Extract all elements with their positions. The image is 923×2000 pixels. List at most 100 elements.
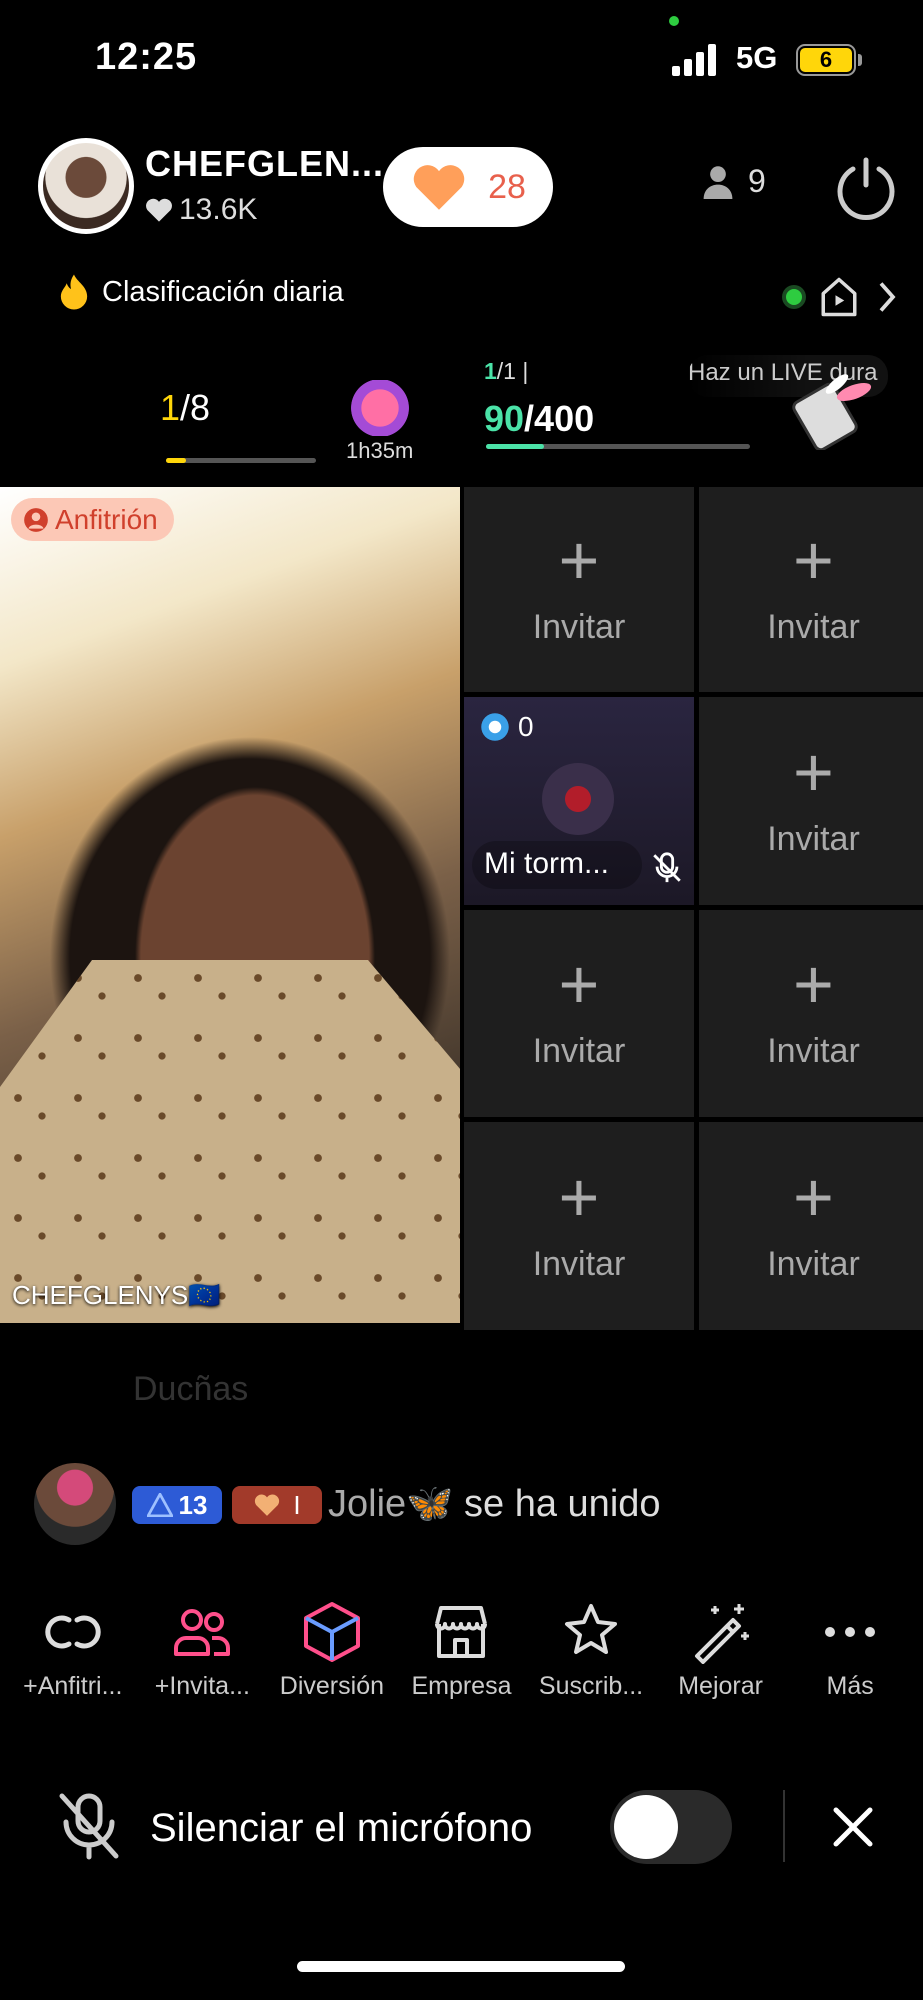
heart-gift-icon[interactable]	[350, 380, 410, 436]
add-cohost-button[interactable]: +Anfitri...	[13, 1600, 133, 1701]
mute-mic-toggle[interactable]	[610, 1790, 732, 1864]
tool-label: +Anfitri...	[23, 1672, 123, 1700]
host-name[interactable]: CHEFGLEN...	[145, 143, 384, 185]
close-icon[interactable]	[828, 1802, 878, 1852]
fan-badge-value: I	[293, 1489, 301, 1520]
daily-ranking[interactable]: Clasificación diaria	[56, 273, 344, 311]
battery-tip	[858, 54, 862, 66]
invite-label: Invitar	[532, 608, 626, 646]
tool-label: Diversión	[279, 1672, 384, 1700]
signal-icon	[672, 44, 720, 76]
invite-label: Invitar	[767, 819, 860, 858]
guest-name: Mi torm...	[472, 841, 642, 889]
cube-icon	[303, 1602, 360, 1662]
flame-icon	[60, 274, 88, 310]
points-progress[interactable]: 90/400	[484, 398, 594, 440]
mic-muted-icon	[653, 852, 681, 883]
level-progress: 1/1 |	[484, 358, 528, 385]
heart-icon	[255, 1494, 280, 1516]
guest-score-value: 0	[518, 711, 534, 742]
invite-guest-button[interactable]: +Invita...	[142, 1600, 262, 1701]
invite-slot[interactable]: + Invitar	[699, 1122, 923, 1330]
invite-slot[interactable]: + Invitar	[699, 697, 923, 905]
level-badge-value: 13	[178, 1489, 208, 1520]
invite-slot[interactable]: + Invitar	[699, 910, 923, 1117]
level-badge: 13	[132, 1486, 222, 1524]
points-current: 90	[484, 398, 525, 439]
plus-icon: +	[793, 945, 834, 1023]
home-play-icon[interactable]	[818, 276, 860, 318]
invite-label: Invitar	[532, 1244, 626, 1283]
tool-label: Suscrib...	[538, 1672, 644, 1700]
tool-label: Más	[826, 1672, 874, 1700]
plus-icon: +	[793, 732, 834, 811]
guest-score: 0	[480, 711, 534, 743]
phone-bunny-icon[interactable]	[782, 370, 882, 450]
faded-chat-text: Ducñas	[133, 1370, 249, 1408]
chat-user-avatar[interactable]	[34, 1463, 116, 1545]
heart-count: 28	[488, 167, 526, 206]
guest-slot[interactable]: 0 Mi torm...	[464, 697, 694, 905]
star-icon	[565, 1604, 618, 1654]
host-person-icon	[24, 507, 48, 532]
home-indicator[interactable]	[297, 1961, 625, 1972]
invite-slot[interactable]: + Invitar	[699, 487, 923, 692]
host-video-coat	[0, 960, 460, 1323]
invite-slot[interactable]: + Invitar	[464, 487, 694, 692]
host-avatar[interactable]	[38, 138, 134, 234]
chevron-right-icon[interactable]	[876, 279, 898, 315]
invite-label: Invitar	[767, 608, 860, 646]
tool-label: Mejorar	[678, 1672, 763, 1700]
status-time: 12:25	[95, 36, 198, 78]
gift-timer: 1h35m	[346, 438, 414, 463]
live-dot	[786, 289, 802, 305]
link-icon	[45, 1615, 101, 1649]
plus-icon: +	[793, 1157, 834, 1236]
enhance-button[interactable]: Mejorar	[661, 1600, 781, 1701]
level-current: 1	[484, 358, 497, 384]
host-cam-name: CHEFGLENYS🇪🇺	[12, 1280, 221, 1310]
battery-level: 6	[800, 48, 852, 72]
fun-button[interactable]: Diversión	[272, 1600, 392, 1701]
invite-slot[interactable]: + Invitar	[464, 1122, 694, 1330]
points-total: /400	[524, 398, 595, 439]
invite-slot[interactable]: + Invitar	[464, 910, 694, 1117]
mic-muted-icon[interactable]	[56, 1790, 122, 1862]
magic-wand-icon	[694, 1604, 749, 1664]
invite-label: Invitar	[532, 1032, 626, 1070]
power-icon[interactable]	[833, 155, 899, 221]
mute-mic-label: Silenciar el micrófono	[150, 1806, 533, 1850]
chat-username[interactable]: Jolie🦋	[328, 1483, 453, 1525]
divider	[783, 1790, 785, 1862]
plus-icon: +	[558, 1157, 600, 1236]
person-icon	[703, 165, 733, 199]
invite-label: Invitar	[767, 1244, 860, 1283]
rank-progress-bar	[166, 458, 316, 463]
more-button[interactable]: Más	[790, 1600, 910, 1701]
rank-progress-fill	[166, 458, 186, 463]
guest-grid: + Invitar + Invitar 0 Mi torm... + Invitar …	[464, 487, 923, 1330]
plus-icon: +	[793, 521, 834, 599]
more-icon	[825, 1627, 876, 1637]
tool-label: Empresa	[411, 1672, 512, 1700]
gem-icon	[481, 713, 509, 741]
viewer-count-value: 9	[748, 163, 766, 199]
points-progress-fill	[486, 444, 544, 449]
users-icon	[174, 1609, 231, 1656]
shop-icon	[435, 1606, 488, 1658]
heart-icon	[146, 198, 172, 222]
battery-icon: 6	[796, 44, 856, 76]
rank-total: /8	[180, 387, 211, 428]
chat-join-message: Jolie🦋 se ha unido	[328, 1482, 661, 1526]
heart-button[interactable]: 28	[383, 147, 553, 227]
host-likes-count: 13.6K	[179, 193, 258, 226]
ranking-actions	[786, 276, 898, 318]
business-button[interactable]: Empresa	[401, 1600, 521, 1701]
host-badge-label: Anfitrión	[55, 503, 158, 535]
camera-indicator	[669, 16, 679, 26]
viewer-count[interactable]: 9	[702, 163, 766, 200]
rank-progress[interactable]: 1/8	[160, 387, 210, 429]
subscribe-button[interactable]: Suscrib...	[531, 1600, 651, 1701]
heart-icon	[413, 165, 465, 210]
level-separator: |	[522, 358, 529, 384]
